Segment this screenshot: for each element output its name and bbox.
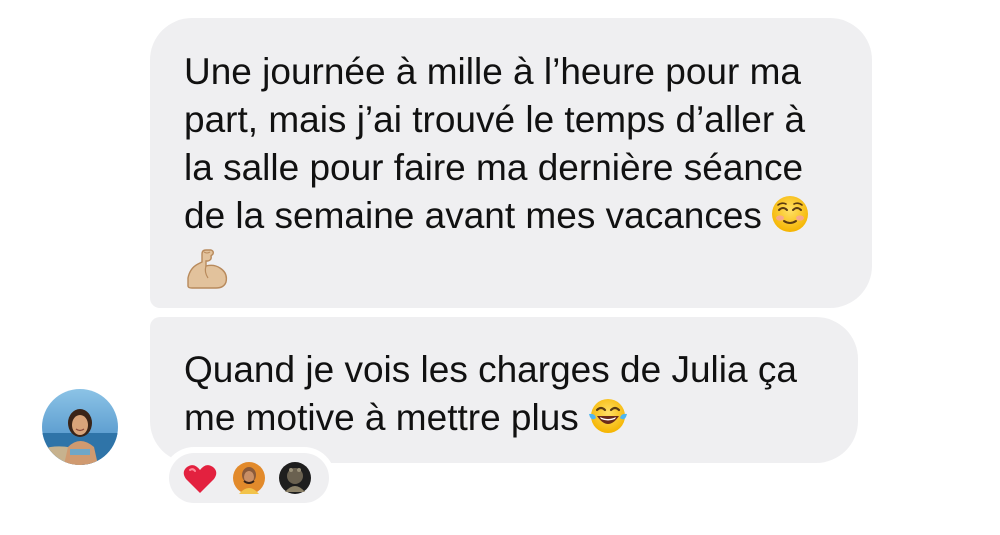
message-text-line: Quand je vois les charges de Julia ça xyxy=(184,349,797,390)
message-text-line: de la semaine avant mes vacances xyxy=(184,192,838,246)
message-text-line: la salle pour faire ma dernière séance xyxy=(184,147,804,188)
reactor-avatar-2 xyxy=(279,462,311,499)
message-text-line xyxy=(184,246,838,302)
reactions-pill xyxy=(169,453,329,503)
message-text-line: part, mais j’ai trouvé le temps d’aller … xyxy=(184,99,806,140)
red-heart-icon xyxy=(183,464,217,499)
message-bubble[interactable]: Une journée à mille à l’heure pour ma pa… xyxy=(150,18,872,308)
flexed-biceps-icon xyxy=(184,248,230,302)
message-text-line: me motive à mettre plus xyxy=(184,394,824,448)
reactor-avatar-1 xyxy=(233,462,265,499)
reactions-bar[interactable] xyxy=(163,447,335,509)
face-with-tears-of-joy-icon xyxy=(587,396,629,448)
chat-thread: Une journée à mille à l’heure pour ma pa… xyxy=(0,0,1000,535)
smiling-face-icon xyxy=(770,194,810,246)
message-text-line: Une journée à mille à l’heure pour ma xyxy=(184,51,802,92)
message-bubble[interactable]: Quand je vois les charges de Julia ça me… xyxy=(150,317,858,463)
avatar[interactable] xyxy=(42,389,118,465)
